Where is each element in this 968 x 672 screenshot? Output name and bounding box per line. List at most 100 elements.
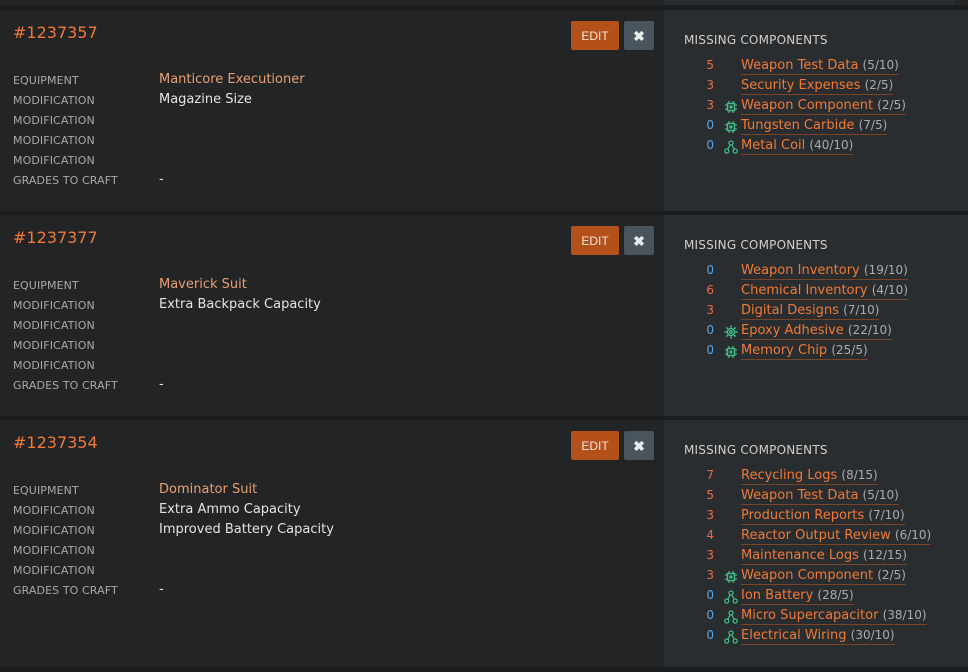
chip-icon <box>724 569 738 583</box>
chip-icon <box>724 119 738 133</box>
component-progress: (2/5) <box>864 78 894 92</box>
edit-button[interactable]: EDIT <box>571 226 619 255</box>
equipment-name: Manticore Executioner <box>159 72 305 87</box>
property-label: EQUIPMENT <box>13 74 79 87</box>
component-progress: (38/10) <box>882 608 927 622</box>
delete-button[interactable]: ✖ <box>624 226 654 255</box>
component-count: 3 <box>706 508 714 522</box>
missing-components-title: MISSING COMPONENTS <box>684 33 828 47</box>
component-link[interactable]: Weapon Inventory (19/10) <box>741 262 908 280</box>
component-name: Weapon Inventory <box>741 263 860 278</box>
network-icon <box>724 139 738 154</box>
edit-button[interactable]: EDIT <box>571 431 619 460</box>
component-progress: (2/5) <box>877 568 906 582</box>
component-link[interactable]: Maintenance Logs (12/15) <box>741 547 907 565</box>
property-label: MODIFICATION <box>13 504 95 517</box>
network-icon <box>724 589 738 604</box>
component-count: 0 <box>706 118 714 132</box>
property-label: MODIFICATION <box>13 154 95 167</box>
component-link[interactable]: Ion Battery (28/5) <box>741 587 854 605</box>
component-name: Electrical Wiring <box>741 628 847 643</box>
component-progress: (30/10) <box>850 628 895 642</box>
property-label: GRADES TO CRAFT <box>13 584 118 597</box>
component-link[interactable]: Digital Designs (7/10) <box>741 302 880 320</box>
property-label: MODIFICATION <box>13 524 95 537</box>
component-name: Recycling Logs <box>741 468 838 483</box>
component-count: 0 <box>706 323 714 337</box>
equipment-name: Dominator Suit <box>159 482 258 497</box>
property-label: MODIFICATION <box>13 134 95 147</box>
component-progress: (22/10) <box>847 323 892 337</box>
component-name: Memory Chip <box>741 343 828 358</box>
crafting-card: #1237377 EDIT ✖ EQUIPMENT Maverick Suit MODIF… <box>0 215 968 416</box>
component-progress: (8/15) <box>841 468 878 482</box>
property-label: MODIFICATION <box>13 299 95 312</box>
gear-icon <box>724 324 738 339</box>
top-strip <box>0 0 968 5</box>
property-label: MODIFICATION <box>13 319 95 332</box>
component-progress: (7/5) <box>858 118 888 132</box>
component-name: Metal Coil <box>741 138 806 153</box>
component-count: 3 <box>706 568 714 582</box>
edit-button[interactable]: EDIT <box>571 21 619 50</box>
component-link[interactable]: Metal Coil (40/10) <box>741 137 854 155</box>
component-link[interactable]: Security Expenses (2/5) <box>741 77 894 95</box>
component-count: 0 <box>706 138 714 152</box>
component-name: Weapon Test Data <box>741 488 859 503</box>
crafting-card: #1237357 EDIT ✖ EQUIPMENT Manticore Executio… <box>0 10 968 211</box>
property-label: MODIFICATION <box>13 359 95 372</box>
card-id-link[interactable]: #1237354 <box>13 433 98 452</box>
property-label: MODIFICATION <box>13 339 95 352</box>
component-link[interactable]: Memory Chip (25/5) <box>741 342 868 360</box>
crafting-card: #1237354 EDIT ✖ EQUIPMENT Dominator Suit MODI… <box>0 420 968 667</box>
component-count: 3 <box>706 78 714 92</box>
component-count: 5 <box>706 58 714 72</box>
component-link[interactable]: Weapon Test Data (5/10) <box>741 57 899 75</box>
component-progress: (7/10) <box>868 508 905 522</box>
component-link[interactable]: Recycling Logs (8/15) <box>741 467 878 485</box>
component-name: Ion Battery <box>741 588 814 603</box>
component-name: Weapon Component <box>741 568 874 583</box>
component-link[interactable]: Electrical Wiring (30/10) <box>741 627 895 645</box>
component-progress: (12/15) <box>863 548 907 562</box>
component-link[interactable]: Reactor Output Review (6/10) <box>741 527 932 545</box>
component-progress: (6/10) <box>894 528 932 542</box>
property-value: - <box>159 172 164 187</box>
property-label: MODIFICATION <box>13 544 95 557</box>
close-icon: ✖ <box>633 437 645 454</box>
component-count: 0 <box>706 608 714 622</box>
component-link[interactable]: Weapon Test Data (5/10) <box>741 487 899 505</box>
component-link[interactable]: Micro Supercapacitor (38/10) <box>741 607 927 625</box>
component-progress: (4/10) <box>871 283 908 297</box>
component-count: 0 <box>706 628 714 642</box>
component-name: Production Reports <box>741 508 865 523</box>
property-value: Extra Ammo Capacity <box>159 502 301 517</box>
component-name: Digital Designs <box>741 303 839 318</box>
component-link[interactable]: Production Reports (7/10) <box>741 507 905 525</box>
component-count: 4 <box>706 528 714 542</box>
component-count: 3 <box>706 548 714 562</box>
property-value: - <box>159 377 164 392</box>
component-progress: (7/10) <box>843 303 880 317</box>
component-count: 5 <box>706 488 714 502</box>
component-count: 3 <box>706 98 714 112</box>
equipment-name: Maverick Suit <box>159 277 247 292</box>
property-value: Extra Backpack Capacity <box>159 297 321 312</box>
component-link[interactable]: Epoxy Adhesive (22/10) <box>741 322 892 340</box>
card-id-link[interactable]: #1237377 <box>13 228 98 247</box>
component-link[interactable]: Tungsten Carbide (7/5) <box>741 117 888 135</box>
component-link[interactable]: Weapon Component (2/5) <box>741 97 906 115</box>
delete-button[interactable]: ✖ <box>624 431 654 460</box>
component-link[interactable]: Chemical Inventory (4/10) <box>741 282 908 300</box>
component-progress: (2/5) <box>877 98 906 112</box>
property-value: - <box>159 582 164 597</box>
component-progress: (19/10) <box>863 263 908 277</box>
delete-button[interactable]: ✖ <box>624 21 654 50</box>
network-icon <box>724 609 738 624</box>
close-icon: ✖ <box>633 232 645 249</box>
property-label: GRADES TO CRAFT <box>13 379 118 392</box>
component-count: 7 <box>706 468 714 482</box>
card-id-link[interactable]: #1237357 <box>13 23 98 42</box>
component-link[interactable]: Weapon Component (2/5) <box>741 567 906 585</box>
component-progress: (5/10) <box>862 488 899 502</box>
